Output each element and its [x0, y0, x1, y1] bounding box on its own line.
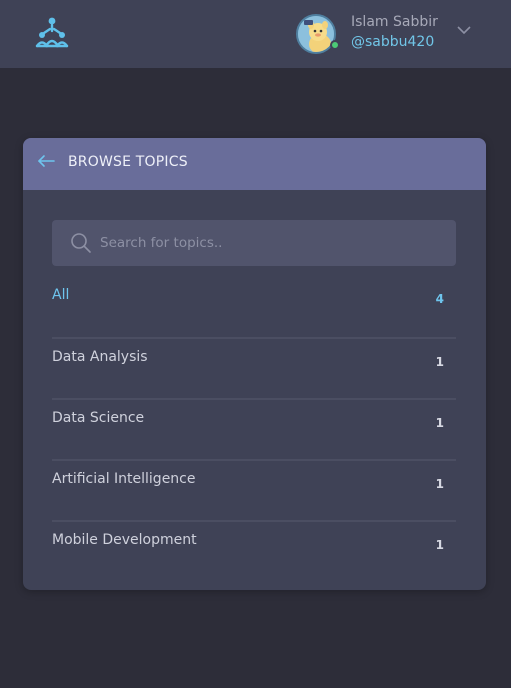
topic-label: Mobile Development [52, 532, 197, 548]
chevron-down-icon[interactable] [456, 24, 472, 36]
topic-item-data-science[interactable]: Data Science 1 [52, 400, 456, 461]
topic-item-all[interactable]: All 4 [52, 278, 456, 339]
topic-count: 1 [435, 355, 444, 369]
topic-item-mobile-development[interactable]: Mobile Development 1 [52, 522, 456, 583]
topic-count: 1 [435, 477, 444, 491]
topic-label: Data Analysis [52, 349, 148, 365]
topic-label: All [52, 287, 70, 303]
topic-item-data-analysis[interactable]: Data Analysis 1 [52, 339, 456, 400]
topic-count: 1 [435, 538, 444, 552]
topic-label: Artificial Intelligence [52, 471, 196, 487]
user-handle[interactable]: @sabbu420 [351, 34, 434, 50]
app-logo-icon[interactable] [34, 16, 70, 50]
topic-list: All 4 Data Analysis 1 Data Science 1 Art… [52, 278, 456, 583]
topic-label: Data Science [52, 410, 145, 426]
search-box[interactable] [52, 220, 456, 266]
arrow-left-icon[interactable] [37, 153, 55, 169]
topic-count: 4 [435, 292, 444, 306]
search-input[interactable] [100, 220, 440, 266]
browse-topics-card: BROWSE TOPICS All 4 Data Analysis 1 Data… [23, 138, 486, 590]
topic-item-artificial-intelligence[interactable]: Artificial Intelligence 1 [52, 461, 456, 522]
card-header: BROWSE TOPICS [23, 138, 486, 190]
top-navbar: Islam Sabbir @sabbu420 [0, 0, 511, 68]
search-icon [71, 233, 91, 253]
online-status-dot [330, 40, 340, 50]
card-title: BROWSE TOPICS [68, 154, 188, 170]
topic-count: 1 [435, 416, 444, 430]
user-name: Islam Sabbir [351, 14, 438, 30]
